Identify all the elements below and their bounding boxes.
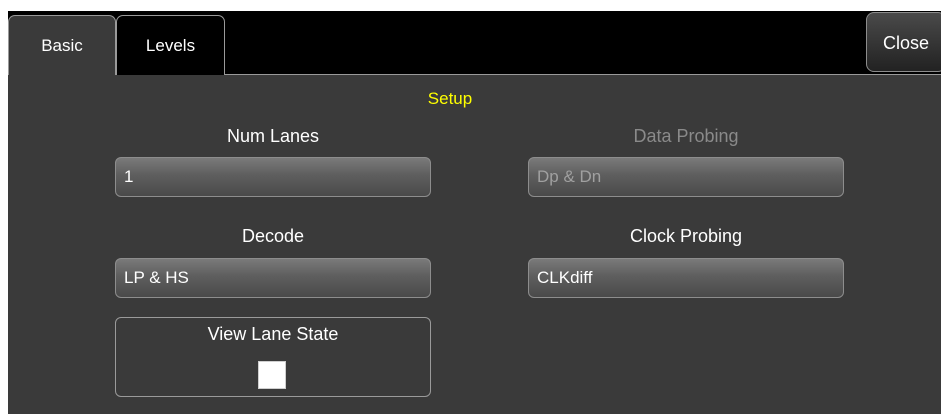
decode-label: Decode	[241, 226, 305, 246]
num-lanes-field[interactable]: 1	[115, 157, 431, 197]
view-lane-state-label: View Lane State	[207, 324, 339, 344]
view-lane-state-group: View Lane State	[115, 317, 431, 397]
clock-probing-field[interactable]: CLKdiff	[528, 258, 844, 298]
clock-probing-label: Clock Probing	[629, 226, 743, 246]
tab-basic[interactable]: Basic	[8, 15, 116, 75]
decode-field[interactable]: LP & HS	[115, 258, 431, 298]
top-edge	[0, 0, 941, 11]
left-edge	[0, 0, 8, 414]
data-probing-field: Dp & Dn	[528, 157, 844, 197]
num-lanes-label: Num Lanes	[226, 126, 320, 146]
section-title-setup: Setup	[427, 89, 473, 108]
tab-levels[interactable]: Levels	[116, 15, 225, 75]
close-button[interactable]: Close	[866, 12, 941, 72]
data-probing-label: Data Probing	[633, 126, 739, 146]
view-lane-state-checkbox[interactable]	[258, 361, 286, 389]
